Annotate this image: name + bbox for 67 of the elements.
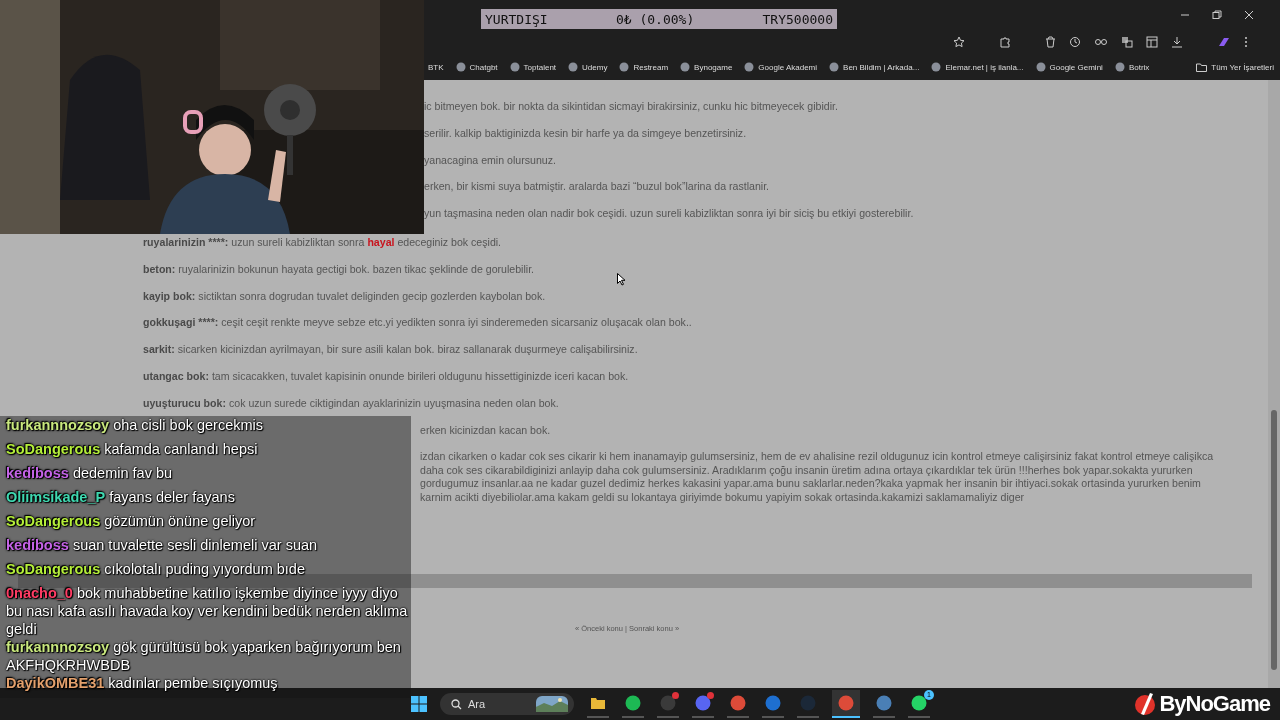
chat-message: furkannnozsoy oha cisli bok gercekmis [6,416,264,435]
slash-circle-icon [1133,692,1158,716]
definition-text: sarkit: sicarken kicinizdan ayrilmayan, bir sure asili kalan bok. biraz sallanarak duşurmeye calişabilirsiniz. [143,343,638,358]
bookmark[interactable]: Toptalent [509,62,557,72]
ticker-change: 0₺ (0.00%) [615,11,695,27]
star-icon[interactable] [953,36,965,48]
taskbar-app-icon[interactable] [692,690,714,718]
folder-icon [1196,62,1208,72]
restore-icon[interactable] [1212,10,1222,20]
favicon-icon [1114,62,1125,72]
layout-icon[interactable] [1146,36,1158,48]
chat-message: DayikOMBE31 kadınlar pembe sıçıyomuş [6,674,278,693]
puzzle-icon[interactable] [999,36,1011,48]
extension-icon[interactable] [1217,36,1231,48]
bookmark[interactable]: Botrix [1114,62,1150,72]
definition-text: kayip bok: sictiktan sonra dogrudan tuvalet deliginden gecip gozlerden kaybolan bok. [143,289,546,304]
close-icon[interactable] [1244,10,1254,20]
favicon-icon [744,62,755,72]
bookmark[interactable]: Tüm Yer İşaretleri [1196,62,1274,72]
download-icon[interactable] [1171,36,1183,48]
definition-text: erken, bir kismi suya batmiştir. aralarda bazi “buzul bok”larina da rastlanir. [424,180,771,195]
favicon-icon [455,62,466,72]
bookmark[interactable]: Google Akademi [744,62,818,72]
chat-message: kediboss dedemin fav bu [6,464,173,483]
definition-text: erken kicinizdan kacan bok. [420,423,551,438]
taskbar-app-icon[interactable] [832,690,860,718]
favicon-icon [619,62,630,72]
favicon-icon [568,62,579,72]
chat-message: Oliimsikade_P fayans deler fayans [6,488,235,507]
definition-paragraph: izdan cikarken o kadar cok ses cikarir ki hem inanamayip gulumsersiniz, hem de ev ahalisine rezil oldugunuz icin kontrol etmeye calişirsiniz fakat kontrol etmeye calişikca daha cok ses cikarabildiginizi anlayip daha cok gulumsersiniz. Aradıklarım çoğu insanin üretim adına ortaya çıkardıklar tek ürün !!!herhes bok yapar.sokakta yururken gordugumuz insanlar.aa ne kadar guzel dedimiz herkes kakasini yapar.ama bunu saklarlar.neden?kaka yapmak her insanin bir ihtiyaci.sokak ortasinda yururken benim karnim acikti diyebiliolar.ama kakam geldi su lokantaya giriyimde bokumu yapiyim sokak ortasinda.kakamizi saklamamaliyiz diger [420,450,1215,505]
bookmark[interactable]: Restream [619,62,669,72]
favicon-icon [1035,62,1046,72]
bookmark[interactable]: Bynogame [680,62,733,72]
windows-icon[interactable] [411,696,427,712]
chat-message: SoDangerous gözümün önüne geliyor [6,512,256,531]
definition-text: utangac bok: tam sicacakken, tuvalet kapisinin onunde birileri oldugunu hissettiginizde iceri kacan bok. [143,369,629,384]
definition-text: yanacagina emin olursunuz. [424,153,557,168]
definition-text: beton: ruyalarinizin bokunun hayata gectigi bok. bazen tikac şeklinde de gorulebilir. [143,262,535,277]
ticker-amount: TRY500000 [762,11,833,27]
history-icon[interactable] [1069,36,1081,48]
bookmark[interactable]: Google Gemini [1035,62,1103,72]
definition-text: ruyalarinizin ****: uzun sureli kabizliktan sonra hayal edeceginiz bok ceşidi. [143,236,502,250]
definition-text: yun taşmasina neden olan nadir bok ceşidi. uzun sureli kabizliktan sonra iyi bir siciş bu etkiyi gosterebilir. [424,207,915,222]
favicon-icon [509,62,520,72]
chat-message: SoDangerous cıkolotalı puding yıyordum bıde [6,560,305,579]
taskbar-app-icon[interactable] [657,690,679,718]
cursor-icon [617,273,626,286]
favicon-icon [680,62,691,72]
definition-text: ic bitmeyen bok. bir nokta da sikintidan sicmayi birakirsiniz, cunku hic bitmeyecek gibidir. [424,100,839,114]
definition-text: uyuşturucu bok: cok uzun surede ciktigindan ayaklarinizin uyuşmasina neden olan bok. [143,396,559,411]
bookmark[interactable]: Ben Bildim | Arkada... [829,62,920,72]
menu-icon[interactable] [1244,36,1248,48]
definition-text: gokkuşagi ****: ceşit ceşit renkte meyve sebze etc.yi yedikten sonra iyi sinderemeden sicarsaniz oluşacak olan bok.. [143,316,692,331]
definition-text: serilir. kalkip baktiginizda kesin bir harfe ya da simgeye benzetirsiniz. [424,126,748,141]
brand-name: ByNoGame [1159,691,1270,717]
ticker-label: YURTDIŞI [485,11,548,27]
bookmark[interactable]: Elemar.net | iş ilanla... [931,62,1024,72]
scrollbar-thumb[interactable] [1271,410,1277,670]
bookmark[interactable]: Udemy [568,62,608,72]
favicon-icon [931,62,942,72]
search-icon [451,699,462,710]
chat-message: SoDangerous kafamda canlandı hepsi [6,440,258,459]
bookmark[interactable]: Chatgbt [455,62,498,72]
bookmark[interactable]: BTK [428,62,444,72]
trash-icon[interactable] [1045,36,1056,48]
chat-message: kediboss suan tuvalette sesli dinlemeli var suan [6,536,318,555]
favicon-icon [829,62,840,72]
